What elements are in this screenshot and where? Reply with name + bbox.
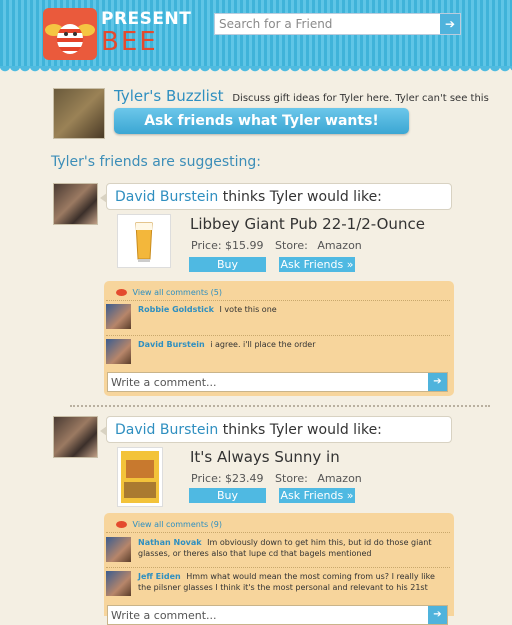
- product-name[interactable]: It's Always Sunny in: [190, 448, 340, 466]
- comment-divider: [106, 300, 450, 301]
- suggestion-suffix: thinks Tyler would like:: [222, 189, 382, 205]
- bee-logo-icon[interactable]: [43, 8, 97, 60]
- speech-bubble-icon: [116, 521, 127, 528]
- suggester-name-link[interactable]: David Burstein: [115, 422, 218, 438]
- comment-body: Hmm what would mean the most coming from…: [138, 572, 435, 592]
- friend-search-input[interactable]: [215, 14, 439, 34]
- bee-eye-right: [73, 32, 77, 36]
- header-scallop-border: [0, 66, 512, 76]
- suggestion-header: David Burstein thinks Tyler would like:: [100, 183, 452, 210]
- price-label: Price: $15.99: [191, 239, 264, 252]
- comment-text: Robbie Goldstick I vote this one: [138, 304, 448, 315]
- store-name: Amazon: [317, 472, 362, 485]
- price-label: Price: $23.49: [191, 472, 264, 485]
- suggestion-suffix: thinks Tyler would like:: [222, 422, 382, 438]
- view-all-comments-link[interactable]: View all comments (5): [116, 288, 222, 297]
- bee-eye-left: [64, 32, 68, 36]
- comment-text: Jeff Eiden Hmm what would mean the most …: [138, 571, 448, 593]
- comment-item: Nathan Novak Im obviously down to get hi…: [106, 537, 450, 565]
- suggester-name-link[interactable]: David Burstein: [115, 189, 218, 205]
- dvd-cover-icon: [121, 451, 159, 503]
- suggestion-divider: [70, 405, 490, 407]
- comment-divider: [106, 532, 450, 533]
- product-meta: Price: $23.49 Store: Amazon: [191, 472, 362, 485]
- search-submit-button[interactable]: ➔: [440, 14, 460, 34]
- comment-input[interactable]: [108, 606, 426, 624]
- comment-submit-button[interactable]: ➔: [428, 606, 447, 624]
- buy-button[interactable]: Buy: [189, 257, 266, 272]
- comment-item: Jeff Eiden Hmm what would mean the most …: [106, 571, 450, 604]
- buzzlist-title[interactable]: Tyler's Buzzlist: [114, 87, 224, 105]
- suggester-avatar[interactable]: [53, 183, 98, 225]
- store-name: Amazon: [317, 239, 362, 252]
- buy-button[interactable]: Buy: [189, 488, 266, 503]
- commenter-name-link[interactable]: Jeff Eiden: [138, 572, 181, 581]
- commenter-avatar[interactable]: [106, 339, 131, 364]
- bee-body: [57, 24, 83, 54]
- store-label: Store:: [275, 239, 308, 252]
- comment-input[interactable]: [108, 373, 426, 391]
- arrow-right-icon: ➔: [444, 17, 456, 31]
- ask-friends-button[interactable]: Ask Friends »: [279, 488, 355, 503]
- product-meta: Price: $15.99 Store: Amazon: [191, 239, 362, 252]
- suggestions-heading: Tyler's friends are suggesting:: [51, 154, 261, 170]
- view-all-comments-label: View all comments (9): [132, 520, 223, 529]
- commenter-name-link[interactable]: Nathan Novak: [138, 538, 202, 547]
- commenter-name-link[interactable]: David Burstein: [138, 340, 205, 349]
- product-name[interactable]: Libbey Giant Pub 22-1/2-Ounce: [190, 215, 425, 233]
- view-all-comments-link[interactable]: View all comments (9): [116, 520, 222, 529]
- comment-item: David Burstein i agree. i'll place the o…: [106, 339, 450, 367]
- ask-friends-button[interactable]: Ask Friends »: [279, 257, 355, 272]
- comment-item: Robbie Goldstick I vote this one: [106, 304, 450, 332]
- commenter-avatar[interactable]: [106, 571, 131, 596]
- logo-bee-text: BEE: [101, 27, 158, 57]
- commenter-avatar[interactable]: [106, 537, 131, 562]
- product-image[interactable]: [117, 447, 163, 507]
- ask-friends-main-button[interactable]: Ask friends what Tyler wants!: [114, 108, 409, 134]
- product-image[interactable]: [117, 214, 171, 268]
- commenter-name-link[interactable]: Robbie Goldstick: [138, 305, 214, 314]
- logo-present-text: PRESENT: [101, 9, 192, 29]
- comment-body: I vote this one: [219, 305, 277, 314]
- comment-box: ➔: [107, 372, 448, 392]
- speech-bubble-icon: [116, 289, 127, 296]
- comment-box: ➔: [107, 605, 448, 625]
- logo-wordmark[interactable]: PRESENT BEE: [101, 9, 192, 57]
- arrow-right-icon: ➔: [433, 376, 442, 387]
- tyler-profile-photo[interactable]: [53, 88, 105, 139]
- comment-divider: [106, 567, 450, 568]
- beer-glass-icon: [135, 222, 153, 262]
- suggester-avatar[interactable]: [53, 416, 98, 458]
- arrow-right-icon: ➔: [433, 609, 442, 620]
- comment-text: David Burstein i agree. i'll place the o…: [138, 339, 448, 350]
- comment-submit-button[interactable]: ➔: [428, 373, 447, 391]
- comment-text: Nathan Novak Im obviously down to get hi…: [138, 537, 448, 559]
- comment-body: i agree. i'll place the order: [210, 340, 316, 349]
- suggestion-header: David Burstein thinks Tyler would like:: [100, 416, 452, 443]
- commenter-avatar[interactable]: [106, 304, 131, 329]
- view-all-comments-label: View all comments (5): [132, 288, 223, 297]
- comments-panel: View all comments (9) Nathan Novak Im ob…: [104, 513, 454, 625]
- comment-divider: [106, 335, 450, 336]
- store-label: Store:: [275, 472, 308, 485]
- friend-search: ➔: [214, 13, 461, 35]
- comments-panel: View all comments (5) Robbie Goldstick I…: [104, 281, 454, 396]
